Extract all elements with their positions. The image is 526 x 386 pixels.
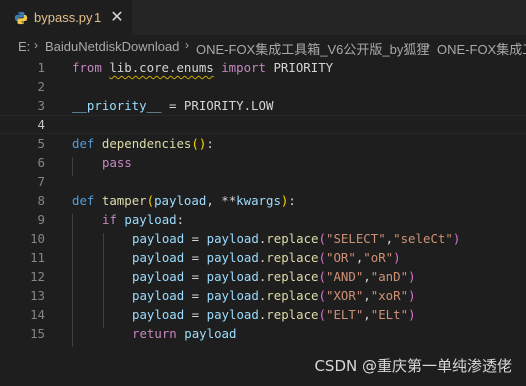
code-text: __priority__ = PRIORITY.LOW (72, 98, 274, 113)
code-text: payload = payload.replace("AND","anD") (132, 269, 416, 284)
watermark: CSDN @重庆第一单纯渗透佬 (314, 357, 512, 375)
code-line-current[interactable]: 4 (0, 115, 526, 134)
line-number: 1 (37, 60, 45, 75)
problem-count-badge: 1 (94, 10, 102, 25)
line-number: 9 (37, 212, 45, 227)
code-line[interactable]: 8 def tamper(payload, **kwargs): (0, 191, 526, 210)
code-line[interactable]: 13 payload = payload.replace("XOR","xoR"… (0, 286, 526, 305)
code-text: from lib.core.enums import PRIORITY (72, 60, 334, 75)
code-line[interactable]: 2 (0, 77, 526, 96)
breadcrumb-item-folder[interactable]: ONE-FOX集成工具箱_V6公开版_by狐狸 (196, 39, 429, 57)
code-text: pass (102, 155, 132, 170)
code-line[interactable]: 9 if payload: (0, 210, 526, 229)
chevron-right-icon: › (185, 38, 189, 52)
line-number: 12 (30, 269, 45, 284)
line-number: 6 (37, 155, 45, 170)
line-number: 13 (30, 288, 45, 303)
close-icon[interactable]: ✕ (108, 7, 126, 27)
code-text: return payload (132, 326, 237, 341)
code-editor[interactable]: 1 from lib.core.enums import PRIORITY 2 … (0, 57, 526, 386)
chevron-right-icon: › (426, 38, 430, 52)
code-line[interactable]: 14 payload = payload.replace("ELT","ELt"… (0, 305, 526, 324)
code-text: if payload: (102, 212, 185, 227)
line-number: 5 (37, 136, 45, 151)
code-line[interactable]: 6 pass (0, 153, 526, 172)
code-text: payload = payload.replace("XOR","xoR") (132, 288, 416, 303)
code-line[interactable]: 1 from lib.core.enums import PRIORITY (0, 58, 526, 77)
code-text: def dependencies(): (72, 136, 214, 151)
breadcrumb-item-folder[interactable]: BaiduNetdiskDownload (45, 39, 179, 54)
line-number: 2 (37, 79, 45, 94)
tab-filename: bypass.py (34, 10, 93, 25)
code-line[interactable]: 15 return payload (0, 324, 526, 343)
breadcrumb-item-folder[interactable]: ONE-FOX集成工 (437, 39, 526, 57)
line-number: 4 (37, 117, 45, 132)
code-line[interactable]: 5 def dependencies(): (0, 134, 526, 153)
python-icon (14, 11, 28, 25)
code-text: def tamper(payload, **kwargs): (72, 193, 296, 208)
breadcrumb-item-drive[interactable]: E: (18, 39, 30, 54)
tab-bypass-py[interactable]: bypass.py 1 ✕ (0, 0, 132, 35)
editor-window: bypass.py 1 ✕ E: › BaiduNetdiskDownload … (0, 0, 526, 386)
code-text: payload = payload.replace("OR","oR") (132, 250, 401, 265)
code-line[interactable]: 11 payload = payload.replace("OR","oR") (0, 248, 526, 267)
tab-bar: bypass.py 1 ✕ (0, 0, 526, 35)
line-number: 8 (37, 193, 45, 208)
chevron-right-icon: › (34, 38, 38, 52)
line-number: 3 (37, 98, 45, 113)
code-line[interactable]: 12 payload = payload.replace("AND","anD"… (0, 267, 526, 286)
line-number: 14 (30, 307, 45, 322)
line-number: 7 (37, 174, 45, 189)
code-line[interactable]: 3 __priority__ = PRIORITY.LOW (0, 96, 526, 115)
line-number: 11 (30, 250, 45, 265)
breadcrumb: E: › BaiduNetdiskDownload › ONE-FOX集成工具箱… (0, 35, 526, 57)
line-number: 15 (30, 326, 45, 341)
code-line[interactable]: 7 (0, 172, 526, 191)
line-number: 10 (30, 231, 45, 246)
code-line[interactable]: 10 payload = payload.replace("SELECT","s… (0, 229, 526, 248)
code-text: payload = payload.replace("SELECT","sele… (132, 231, 461, 246)
code-text: payload = payload.replace("ELT","ELt") (132, 307, 416, 322)
